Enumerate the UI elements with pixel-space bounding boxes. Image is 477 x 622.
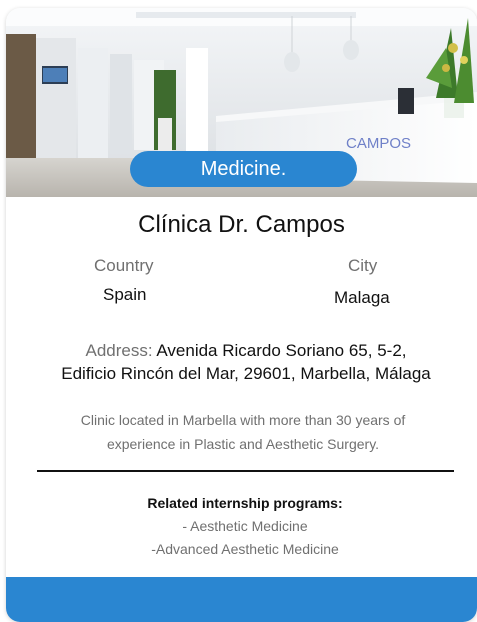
- city-value: Malaga: [334, 288, 390, 307]
- card-footer-bar: [6, 577, 477, 622]
- address-label: Address:: [85, 341, 153, 360]
- clinic-card: CAMPOS Medicine. Clínica Dr. Campos Coun…: [6, 8, 477, 622]
- related-program-item: - Aesthetic Medicine: [182, 518, 308, 534]
- related-program-item: -Advanced Aesthetic Medicine: [151, 541, 339, 557]
- sign-text: CAMPOS: [346, 135, 411, 152]
- clinic-reception-photo: CAMPOS Medicine.: [6, 8, 477, 197]
- country-value: Spain: [103, 285, 147, 304]
- city-label: City: [348, 256, 378, 275]
- address-block: Address: Avenida Ricardo Soriano 65, 5-2…: [6, 339, 477, 385]
- related-programs-title: Related internship programs:: [147, 495, 343, 511]
- address-line-2: Edificio Rincón del Mar, 29601, Marbella…: [61, 364, 431, 383]
- divider: [37, 470, 454, 472]
- category-badge: Medicine.: [130, 151, 357, 187]
- clinic-name: Clínica Dr. Campos: [138, 211, 345, 238]
- country-label: Country: [94, 256, 154, 275]
- address-line-1: Avenida Ricardo Soriano 65, 5-2,: [156, 341, 407, 360]
- description-line-2: experience in Plastic and Aesthetic Surg…: [106, 436, 380, 452]
- related-programs: Related internship programs: - Aesthetic…: [6, 492, 477, 561]
- description-line-1: Clinic located in Marbella with more tha…: [80, 412, 406, 428]
- clinic-description: Clinic located in Marbella with more tha…: [36, 408, 450, 456]
